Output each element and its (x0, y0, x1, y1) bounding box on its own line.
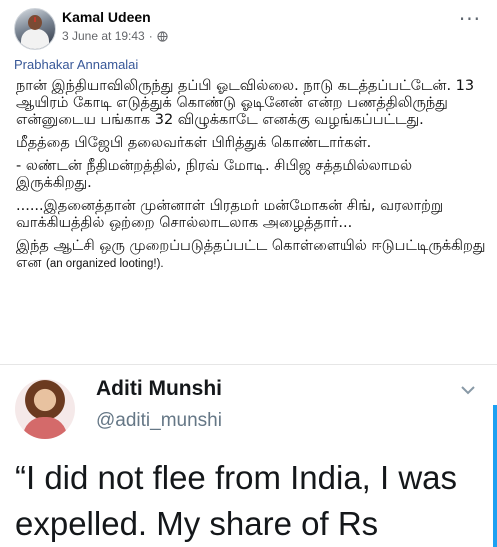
tweet-text: “I did not flee from India, I was expell… (15, 459, 458, 542)
scrollbar (493, 405, 497, 547)
post-paragraph-last: இந்த ஆட்சி ஒரு முறைப்படுத்தப்பட்ட கொள்ளை… (16, 238, 486, 273)
post-paragraph: நான் இந்தியாவிலிருந்து தப்பி ஓடவில்லை. ந… (16, 78, 475, 128)
tweet-handle: @aditi_munshi (96, 410, 222, 431)
post-paragraph: மீதத்தை பிஜேபி தலைவர்கள் பிரித்துக் கொண்… (16, 135, 372, 151)
meta-separator: · (148, 29, 153, 43)
author-name[interactable]: Kamal Udeen (62, 9, 151, 25)
post-timestamp[interactable]: 3 June at 19:43 (62, 29, 145, 43)
post-header: Kamal Udeen 3 June at 19:43 · ··· (0, 0, 497, 52)
chevron-down-icon (461, 386, 475, 395)
post-paragraph: - லண்டன் நீதிமன்றத்தில், நிரவ் மோடி. சிப… (16, 158, 412, 191)
more-options-icon[interactable]: ··· (459, 9, 481, 29)
tagged-person-link[interactable]: Prabhakar Annamalai (14, 57, 138, 72)
embedded-tweet-image[interactable]: Aditi Munshi @aditi_munshi “I did not fl… (0, 364, 497, 547)
author-avatar[interactable] (14, 8, 56, 50)
post-paragraph: ......இதனைத்தான் முன்னாள் பிரதமர் மன்மோக… (16, 198, 444, 231)
post-body: நான் இந்தியாவிலிருந்து தப்பி ஓடவில்லை. ந… (16, 78, 486, 279)
tweet-author-name: Aditi Munshi (96, 377, 222, 400)
post-meta: 3 June at 19:43 · (62, 29, 168, 43)
tweet-avatar (15, 379, 75, 439)
post-english-phrase: (an organized looting!). (45, 258, 164, 270)
globe-icon[interactable] (157, 30, 168, 42)
